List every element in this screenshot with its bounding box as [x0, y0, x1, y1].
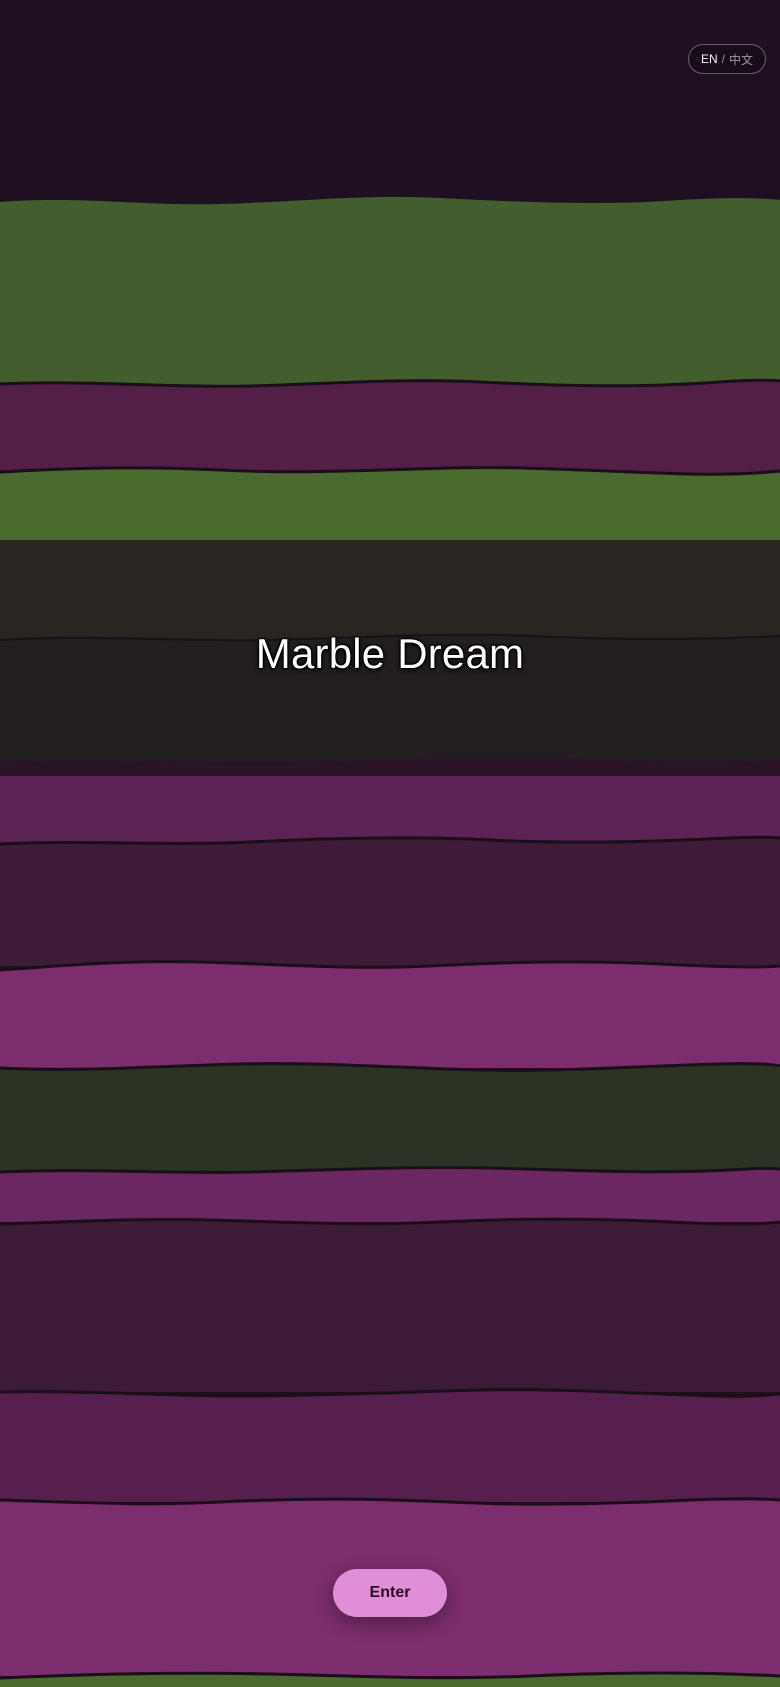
wave-band-purple — [0, 1389, 780, 1502]
wave-band-magenta — [0, 961, 780, 1068]
wave-band-green — [0, 196, 780, 386]
wave-band-bright-green — [0, 467, 780, 540]
wave-band-plum-2 — [0, 1219, 780, 1392]
marble-wave-background — [0, 0, 780, 1687]
page-title: Marble Dream — [255, 630, 525, 677]
wave-band-dark-olive — [0, 540, 780, 640]
wave-band-violet — [0, 776, 780, 844]
marble-dream-screen: EN / 中文 Marble Dream Enter — [0, 0, 780, 1687]
language-alternate[interactable]: 中文 — [729, 51, 753, 68]
language-toggle[interactable]: EN / 中文 — [687, 44, 766, 74]
wave-band-moss — [0, 1063, 780, 1172]
wave-band-plum — [0, 837, 780, 966]
wave-band-deep-purple — [0, 380, 780, 474]
language-separator: / — [721, 52, 725, 66]
enter-button[interactable]: Enter — [333, 1569, 447, 1617]
language-current[interactable]: EN — [701, 52, 718, 66]
wave-band-violet-2 — [0, 1167, 780, 1222]
